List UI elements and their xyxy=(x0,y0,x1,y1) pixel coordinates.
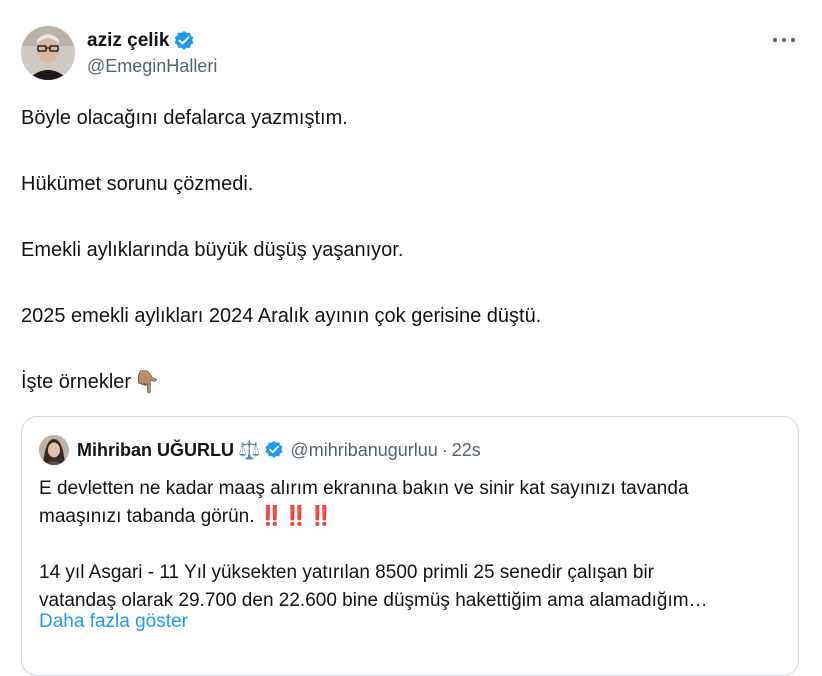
show-more-link[interactable]: Daha fazla göster xyxy=(39,611,188,633)
double-exclamation-emoji-icon: ‼️‼️‼️ xyxy=(259,506,334,527)
pointing-down-emoji-icon: 👇🏽 xyxy=(133,369,161,394)
quoted-text-line: 14 yıl Asgari - 11 Yıl yüksekten yatırıl… xyxy=(39,562,654,583)
tweet-paragraph: Böyle olacağını defalarca yazmıştım. xyxy=(21,107,348,129)
quoted-tweet-header: Mihriban UĞURLU ⚖️ @mihribanugurluu · 22… xyxy=(39,435,481,465)
quoted-text-line: maaşınızı tabanda görün. xyxy=(39,506,255,527)
verified-badge-icon xyxy=(174,31,194,50)
more-horizontal-icon[interactable] xyxy=(770,32,798,48)
author-display-name[interactable]: aziz çelik xyxy=(87,30,169,52)
quoted-text-line: E devletten ne kadar maaş alırım ekranın… xyxy=(39,478,689,499)
quoted-tweet-card[interactable]: Mihriban UĞURLU ⚖️ @mihribanugurluu · 22… xyxy=(21,416,799,676)
author-handle[interactable]: @EmeginHalleri xyxy=(87,56,217,77)
separator-dot: · xyxy=(441,439,448,460)
verified-badge-icon xyxy=(265,440,283,458)
tweet-paragraph: Emekli aylıklarında büyük düşüş yaşanıyo… xyxy=(21,239,404,261)
quoted-tweet-time[interactable]: 22s xyxy=(452,440,481,461)
tweet-paragraph-last: İşte örnekler 👇🏽 xyxy=(21,368,160,396)
quoted-tweet-text: E devletten ne kadar maaş alırım ekranın… xyxy=(39,475,789,615)
quoted-author-avatar[interactable] xyxy=(39,435,69,465)
quoted-author-display-name[interactable]: Mihriban UĞURLU xyxy=(77,440,234,461)
quoted-text-line-with-exclamations: maaşınızı tabanda görün. ‼️‼️‼️ xyxy=(39,503,789,531)
tweet-paragraph: Hükümet sorunu çözmedi. xyxy=(21,173,254,195)
scales-emoji-icon: ⚖️ xyxy=(238,439,261,460)
tweet-paragraph-text: İşte örnekler xyxy=(21,371,132,393)
tweet-header: aziz çelik @EmeginHalleri xyxy=(21,26,802,84)
author-avatar[interactable] xyxy=(21,26,75,80)
tweet-paragraph: 2025 emekli aylıkları 2024 Aralık ayının… xyxy=(21,305,542,327)
quoted-author-handle[interactable]: @mihribanugurluu xyxy=(290,440,437,461)
